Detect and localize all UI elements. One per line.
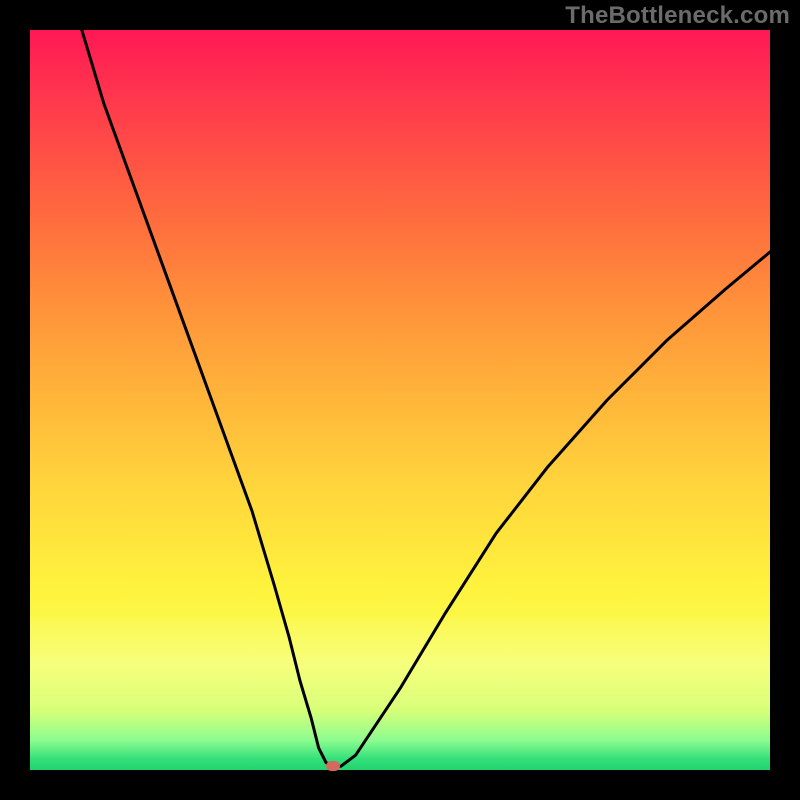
optimal-marker: [326, 761, 340, 771]
watermark-text: TheBottleneck.com: [565, 2, 790, 30]
bottleneck-curve: [82, 30, 770, 766]
chart-frame: TheBottleneck.com: [0, 0, 800, 800]
plot-area: [30, 30, 770, 770]
curve-svg: [30, 30, 770, 770]
highlight-band: [30, 618, 770, 707]
